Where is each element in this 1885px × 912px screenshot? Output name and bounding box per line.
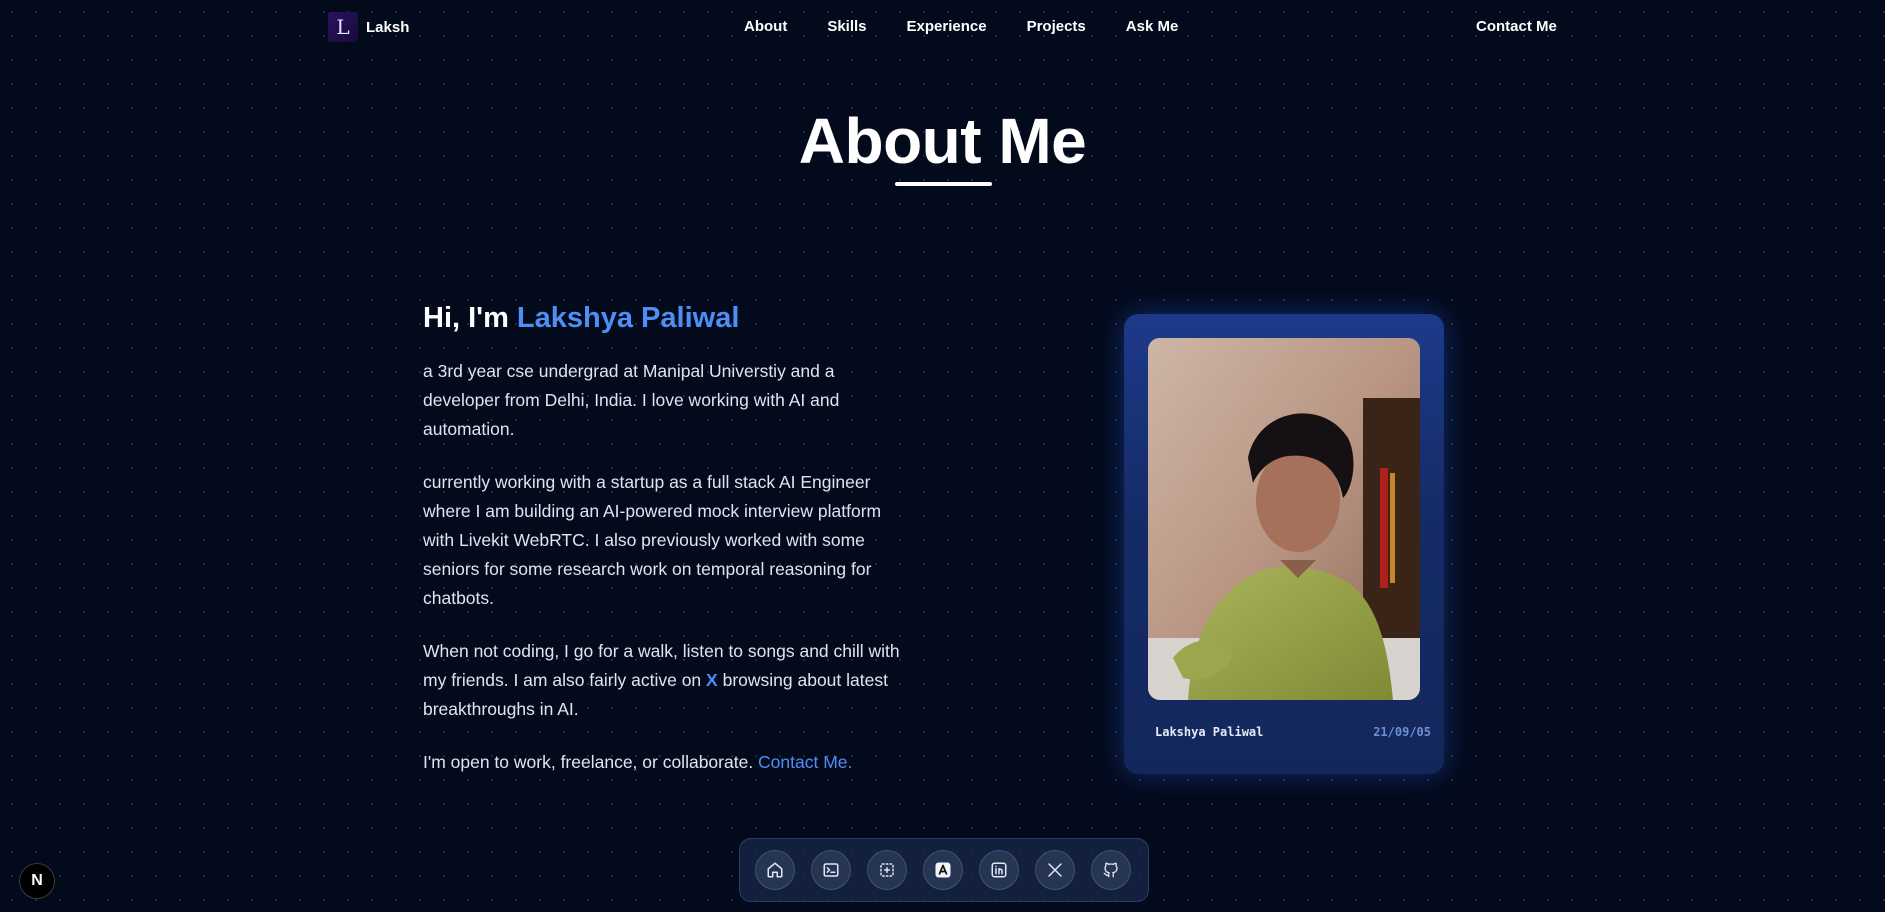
dock-home-button[interactable]	[755, 850, 795, 890]
home-icon	[767, 862, 783, 878]
intro-section: Hi, I'm Lakshya Paliwal a 3rd year cse u…	[423, 302, 913, 801]
logo-text: Laksh	[366, 18, 410, 36]
dock-github-button[interactable]	[1091, 850, 1131, 890]
terminal-icon	[823, 863, 839, 877]
page-title: About Me	[798, 105, 1087, 177]
card-name: Lakshya Paliwal	[1155, 725, 1264, 739]
bio-paragraph-1: a 3rd year cse undergrad at Manipal Univ…	[423, 361, 840, 439]
nav-link-skills[interactable]: Skills	[827, 18, 866, 35]
greeting-name: Lakshya Paliwal	[516, 302, 740, 334]
profile-card: Lakshya Paliwal 21/09/05	[1124, 314, 1444, 774]
dock-focus-button[interactable]	[867, 850, 907, 890]
logo-mark: L	[328, 12, 358, 42]
blog-icon	[935, 862, 951, 878]
logo[interactable]: L Laksh	[328, 12, 409, 42]
profile-photo	[1148, 338, 1420, 700]
greeting: Hi, I'm Lakshya Paliwal	[423, 302, 913, 335]
dock-blog-button[interactable]	[923, 850, 963, 890]
card-date: 21/09/05	[1373, 725, 1431, 739]
dock-linkedin-button[interactable]	[979, 850, 1019, 890]
bio-paragraph-4-text: I'm open to work, freelance, or collabor…	[423, 752, 759, 772]
github-icon	[1103, 862, 1118, 878]
nav-link-projects[interactable]: Projects	[1027, 18, 1086, 35]
focus-icon	[880, 863, 894, 877]
bio-paragraph-3: When not coding, I go for a walk, listen…	[423, 637, 913, 724]
nav-link-ask-me[interactable]: Ask Me	[1126, 18, 1179, 35]
x-icon	[1048, 863, 1062, 877]
bottom-dock	[739, 838, 1149, 902]
contact-me-link[interactable]: Contact Me.	[758, 752, 852, 772]
dock-x-button[interactable]	[1035, 850, 1075, 890]
x-profile-link[interactable]: X	[706, 670, 718, 690]
dock-terminal-button[interactable]	[811, 850, 851, 890]
profile-photo-illustration	[1148, 338, 1420, 700]
linkedin-icon	[991, 862, 1007, 878]
top-navbar: L Laksh About Skills Experience Projects…	[0, 0, 1885, 54]
greeting-prefix: Hi, I'm	[423, 302, 517, 334]
nav-link-experience[interactable]: Experience	[907, 18, 987, 35]
title-underline	[895, 182, 992, 186]
nextjs-badge[interactable]: N	[19, 863, 55, 899]
nav-link-about[interactable]: About	[744, 18, 787, 35]
bio-paragraph-4: I'm open to work, freelance, or collabor…	[423, 748, 913, 777]
contact-me-nav-button[interactable]: Contact Me	[1476, 18, 1557, 35]
bio-paragraph-2: currently working with a startup as a fu…	[423, 472, 882, 608]
nav-links: About Skills Experience Projects Ask Me	[744, 18, 1218, 35]
